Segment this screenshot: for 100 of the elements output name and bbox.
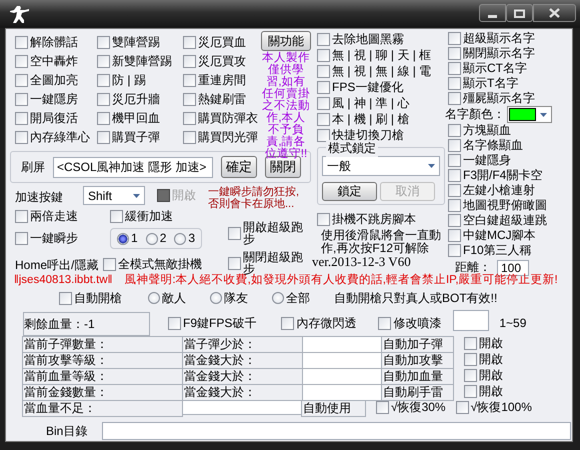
checkbox[interactable]: 風 | 神 | 準 | 心 bbox=[317, 95, 447, 111]
key-dropdown[interactable]: Shift bbox=[83, 186, 145, 205]
soldier-icon bbox=[8, 5, 30, 23]
checkbox[interactable]: 開啟 bbox=[464, 384, 572, 399]
radio-button[interactable]: 2 bbox=[146, 231, 166, 246]
checkbox[interactable]: 新雙陣營踢 bbox=[97, 54, 183, 69]
checkbox[interactable]: 機甲回血 bbox=[97, 111, 183, 126]
input-field[interactable] bbox=[302, 384, 382, 401]
distance-label: 距離： bbox=[455, 259, 491, 274]
checkbox[interactable]: FPS一鍵優化 bbox=[317, 79, 447, 95]
version-text: ver.2013-12-3 V60 bbox=[312, 255, 412, 268]
checkbox[interactable]: 解除髒話 bbox=[15, 35, 97, 50]
checkbox[interactable]: 一鍵瞬步 bbox=[15, 231, 110, 246]
checkbox[interactable]: 災厄買血 bbox=[183, 35, 261, 50]
checkbox[interactable]: F3開/F4關卡空 bbox=[448, 168, 572, 183]
bin-path-field[interactable] bbox=[102, 422, 571, 440]
radio-button[interactable]: 全部 bbox=[272, 290, 310, 306]
checkbox[interactable]: 開啟 bbox=[464, 336, 572, 351]
warning-text: 一鍵瞬步請勿狂按,否則會卡在原地... bbox=[208, 186, 300, 210]
checkbox[interactable]: 殭屍顯示名字 bbox=[448, 91, 572, 106]
speed-key-label: 加速按鍵 bbox=[15, 189, 64, 206]
checkbox[interactable]: F9鍵FPS破千 bbox=[168, 316, 256, 330]
radio-button[interactable]: 1 bbox=[117, 231, 138, 246]
health-left-text: 剩餘血量：-1 bbox=[23, 312, 150, 336]
checkbox[interactable]: 防 | 踢 bbox=[97, 73, 183, 88]
minimize-button[interactable] bbox=[479, 4, 506, 22]
mode-dropdown[interactable]: 一般 bbox=[322, 156, 440, 176]
spam-label: 刷屏 bbox=[21, 158, 45, 176]
radio-button[interactable]: 隊友 bbox=[210, 290, 248, 306]
table-cell: 自動使用 bbox=[301, 400, 366, 417]
checkbox[interactable]: 購買防彈衣 bbox=[183, 111, 261, 126]
checkbox[interactable]: 重連房間 bbox=[183, 73, 261, 88]
afk-note: 使用後滑鼠將會一直動作,再次按F12可解除 bbox=[321, 229, 442, 255]
color-picker[interactable] bbox=[507, 106, 552, 123]
checkbox[interactable]: 內存綠準心 bbox=[15, 130, 97, 145]
name-color-label: 名字顏色： bbox=[445, 106, 505, 123]
checkbox[interactable]: 一鍵隱房 bbox=[15, 92, 97, 107]
confirm-button[interactable]: 確定 bbox=[221, 156, 257, 178]
checkbox[interactable]: 方塊顯血 bbox=[448, 123, 572, 138]
checkbox[interactable]: 開啟超級跑步 bbox=[228, 221, 310, 245]
radio-button[interactable]: 敵人 bbox=[148, 290, 186, 306]
checkbox[interactable]: 內存微閃透 bbox=[281, 316, 356, 330]
checkbox[interactable]: 無 | 視 | 聊 | 天 | 框 bbox=[317, 47, 447, 63]
checkbox[interactable]: 中鍵MCJ腳本 bbox=[448, 228, 572, 243]
radio-button[interactable]: 3 bbox=[174, 231, 196, 246]
checkbox[interactable]: 開啟 bbox=[464, 352, 572, 367]
input-field[interactable] bbox=[302, 368, 382, 385]
maximize-icon bbox=[514, 8, 525, 18]
checkbox[interactable]: 熱鍵刷雷 bbox=[183, 92, 261, 107]
checkbox[interactable]: F10第三人稱 bbox=[448, 243, 572, 258]
checkbox[interactable]: 掛機不跳房腳本 bbox=[317, 211, 447, 227]
statement-text: 風神聲明:本人絕不收費,如發現外頭有人收費的話,輕者會禁止IP,嚴重可能停止更新! bbox=[124, 273, 558, 287]
function-off-button[interactable]: 關功能 bbox=[261, 31, 311, 51]
input-field[interactable] bbox=[182, 400, 302, 415]
checkbox[interactable]: 緩衝加速 bbox=[110, 209, 228, 224]
caret-icon bbox=[540, 112, 547, 116]
input-field[interactable] bbox=[302, 352, 382, 369]
spam-text-field[interactable]: <CSOL風神加速 隱形 加速> bbox=[53, 156, 213, 178]
close-icon bbox=[549, 8, 560, 18]
checkbox[interactable]: 全模式無敵掛機 bbox=[103, 257, 202, 272]
minimize-icon bbox=[488, 14, 497, 18]
checkbox[interactable]: 左鍵小槍連射 bbox=[448, 183, 572, 198]
checkbox[interactable]: 空中轟炸 bbox=[15, 54, 97, 69]
checkbox[interactable]: 關閉超級跑步 bbox=[228, 251, 310, 275]
checkbox[interactable]: 災厄買攻 bbox=[183, 54, 261, 69]
checkbox[interactable]: 超級顯示名字 bbox=[448, 31, 572, 46]
checkbox[interactable]: 雙陣營踢 bbox=[97, 35, 183, 50]
checkbox[interactable]: 購買閃光彈 bbox=[183, 130, 261, 145]
checkbox[interactable]: 本 | 機 | 刷 | 槍 bbox=[317, 111, 447, 127]
caret-icon bbox=[428, 164, 435, 168]
checkbox[interactable]: 無 | 視 | 無 | 線 | 電 bbox=[317, 63, 447, 79]
bin-label: Bin目錄 bbox=[46, 422, 88, 440]
checkbox[interactable]: √恢復30% bbox=[376, 400, 446, 415]
checkbox[interactable]: 購買子彈 bbox=[97, 130, 183, 145]
checkbox[interactable]: 災厄升牆 bbox=[97, 92, 183, 107]
checkbox[interactable]: 兩倍走速 bbox=[15, 209, 110, 224]
group-label: 模式鎖定 bbox=[326, 140, 378, 157]
checkbox[interactable]: √恢復100% bbox=[456, 400, 532, 415]
maximize-button[interactable] bbox=[506, 4, 533, 22]
lock-button[interactable]: 鎖定 bbox=[322, 182, 377, 201]
table-cell: 自動刷手雷 bbox=[381, 384, 454, 401]
checkbox[interactable]: 關閉顯示名字 bbox=[448, 46, 572, 61]
table-cell: 當前子彈數量： bbox=[22, 336, 183, 353]
checkbox[interactable]: 修改噴漆 bbox=[378, 316, 442, 330]
checkbox[interactable]: 顯示CT名字 bbox=[448, 61, 572, 76]
checkbox[interactable]: 自動開槍 bbox=[59, 290, 122, 306]
caret-icon bbox=[133, 194, 140, 198]
range-text: 1~59 bbox=[499, 316, 526, 330]
checkbox[interactable]: 顯示T名字 bbox=[448, 76, 572, 91]
checkbox[interactable]: 去除地圖黑霧 bbox=[317, 31, 447, 47]
checkbox[interactable]: 開啟 bbox=[464, 368, 572, 383]
checkbox[interactable]: 地圖視野俯瞰圖 bbox=[448, 198, 572, 213]
spray-field[interactable] bbox=[453, 310, 490, 331]
checkbox[interactable]: 全圖加亮 bbox=[15, 73, 97, 88]
input-field[interactable] bbox=[302, 336, 382, 353]
checkbox[interactable]: 空白鍵超級連跳 bbox=[448, 213, 572, 228]
checkbox[interactable]: 開局復活 bbox=[15, 111, 97, 126]
close-button[interactable] bbox=[533, 4, 576, 22]
checkbox[interactable]: 名字條顯血 bbox=[448, 138, 572, 153]
checkbox[interactable]: 一鍵隱身 bbox=[448, 153, 572, 168]
